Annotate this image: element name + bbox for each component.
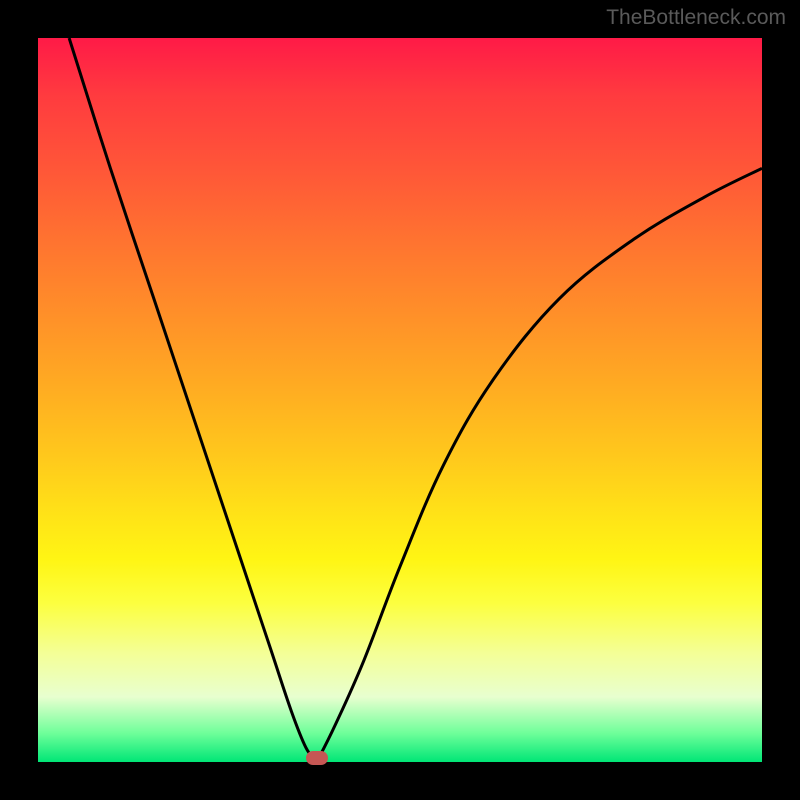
curve-left-branch <box>69 38 317 762</box>
chart-plot-area <box>38 38 762 762</box>
chart-svg <box>38 38 762 762</box>
watermark-text: TheBottleneck.com <box>606 6 786 30</box>
curve-right-branch <box>317 168 762 762</box>
minimum-marker <box>306 751 328 765</box>
